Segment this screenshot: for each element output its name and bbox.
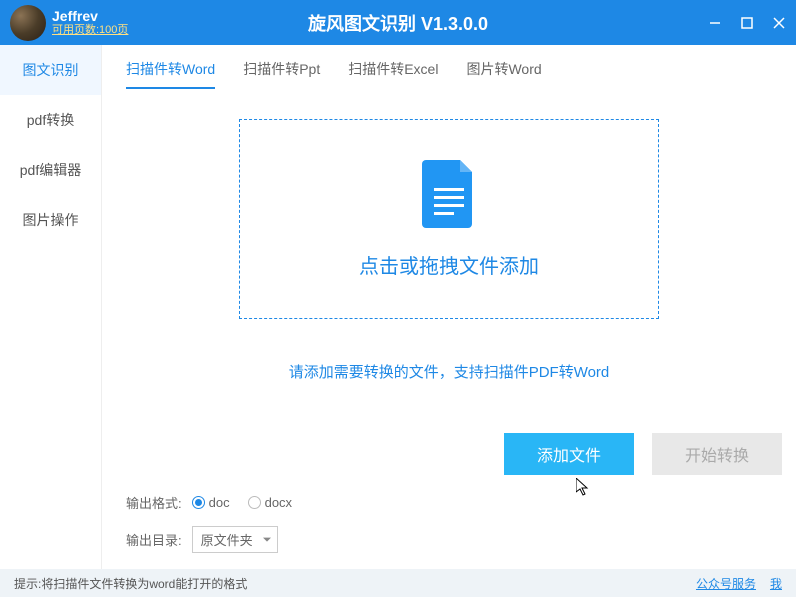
sidebar-item-image-ops[interactable]: 图片操作: [0, 195, 101, 245]
avatar[interactable]: [10, 5, 46, 41]
sidebar-item-label: pdf转换: [27, 110, 74, 130]
radio-icon: [192, 496, 205, 509]
maximize-button[interactable]: [740, 16, 754, 30]
tab-image-to-word[interactable]: 图片转Word: [466, 59, 541, 89]
radio-icon: [248, 496, 261, 509]
add-file-button[interactable]: 添加文件: [504, 433, 634, 475]
sidebar-item-label: 图片操作: [23, 210, 79, 230]
tab-label: 图片转Word: [466, 61, 541, 77]
tab-scan-to-ppt[interactable]: 扫描件转Ppt: [243, 59, 320, 89]
tab-scan-to-word[interactable]: 扫描件转Word: [126, 59, 215, 89]
radio-docx[interactable]: docx: [248, 495, 292, 510]
tab-scan-to-excel[interactable]: 扫描件转Excel: [348, 59, 438, 89]
document-icon: [422, 160, 476, 228]
dropzone-text: 点击或拖拽文件添加: [359, 250, 539, 279]
close-button[interactable]: [772, 16, 786, 30]
hint-text: 请添加需要转换的文件，支持扫描件PDF转Word: [132, 361, 766, 382]
status-link-service[interactable]: 公众号服务: [696, 575, 756, 592]
tab-label: 扫描件转Excel: [348, 61, 438, 77]
statusbar: 提示:将扫描件文件转换为word能打开的格式 公众号服务 我: [0, 569, 796, 597]
radio-label: doc: [209, 495, 230, 510]
username: Jeffrev: [52, 8, 128, 25]
status-tip: 提示:将扫描件文件转换为word能打开的格式: [14, 575, 247, 592]
titlebar: Jeffrev 可用页数:100页 旋风图文识别 V1.3.0.0: [0, 0, 796, 45]
sidebar-item-label: pdf编辑器: [20, 160, 81, 180]
tabs: 扫描件转Word 扫描件转Ppt 扫描件转Excel 图片转Word: [102, 45, 796, 89]
tab-label: 扫描件转Ppt: [243, 61, 320, 77]
main-panel: 扫描件转Word 扫描件转Ppt 扫描件转Excel 图片转Word 点击或拖拽…: [102, 45, 796, 569]
tab-label: 扫描件转Word: [126, 61, 215, 77]
button-label: 开始转换: [685, 442, 749, 466]
start-convert-button[interactable]: 开始转换: [652, 433, 782, 475]
sidebar-item-pdf-editor[interactable]: pdf编辑器: [0, 145, 101, 195]
radio-label: docx: [265, 495, 292, 510]
action-bar: 添加文件 开始转换: [102, 415, 796, 483]
format-radio-group: doc docx: [192, 495, 292, 510]
content-area: 点击或拖拽文件添加 请添加需要转换的文件，支持扫描件PDF转Word: [102, 89, 796, 415]
output-format-row: 输出格式: doc docx: [126, 493, 772, 512]
quota-link[interactable]: 可用页数:100页: [52, 24, 128, 37]
output-dir-label: 输出目录:: [126, 530, 182, 549]
output-format-label: 输出格式:: [126, 493, 182, 512]
window-controls: [708, 16, 786, 30]
options-panel: 输出格式: doc docx 输出目录: 原文件夹: [102, 483, 796, 569]
sidebar-item-label: 图文识别: [23, 60, 79, 80]
select-value: 原文件夹: [201, 533, 253, 548]
radio-doc[interactable]: doc: [192, 495, 230, 510]
dropzone[interactable]: 点击或拖拽文件添加: [239, 119, 659, 319]
status-link-me[interactable]: 我: [770, 575, 782, 592]
sidebar-item-pdf-convert[interactable]: pdf转换: [0, 95, 101, 145]
output-dir-select[interactable]: 原文件夹: [192, 526, 278, 553]
sidebar-item-ocr[interactable]: 图文识别: [0, 45, 101, 95]
minimize-button[interactable]: [708, 16, 722, 30]
button-label: 添加文件: [537, 442, 601, 466]
sidebar: 图文识别 pdf转换 pdf编辑器 图片操作: [0, 45, 102, 569]
app-title: 旋风图文识别 V1.3.0.0: [308, 10, 488, 36]
user-block: Jeffrev 可用页数:100页: [52, 8, 128, 38]
output-dir-row: 输出目录: 原文件夹: [126, 526, 772, 553]
